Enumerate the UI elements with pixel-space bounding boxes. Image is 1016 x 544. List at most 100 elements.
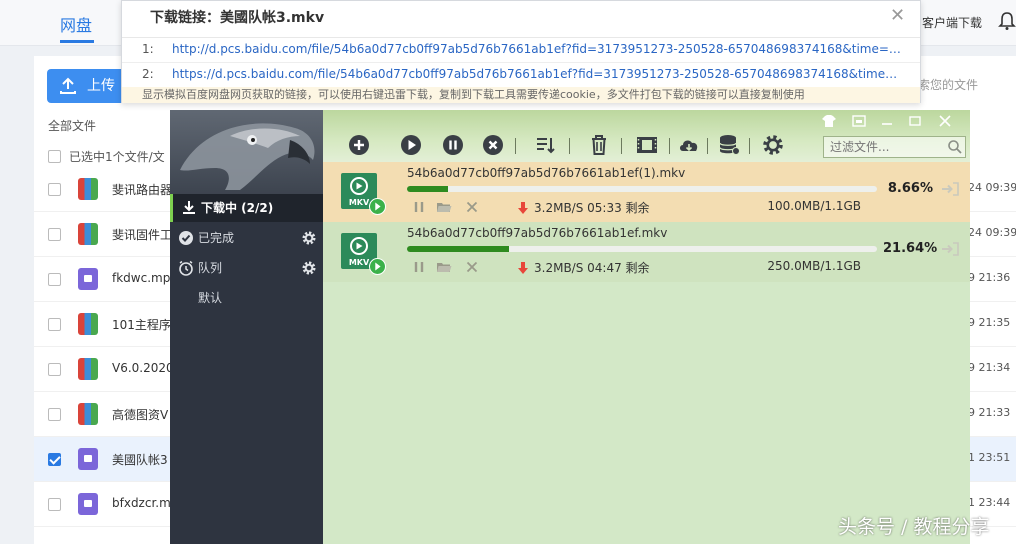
file-name[interactable]: 101主程序 xyxy=(112,316,171,333)
file-date: 24 09:39 xyxy=(968,226,1016,239)
download-tray-icon xyxy=(183,201,195,214)
file-checkbox[interactable] xyxy=(48,453,61,466)
task-cancel-icon[interactable] xyxy=(464,259,480,275)
file-checkbox[interactable] xyxy=(48,273,61,286)
file-checkbox[interactable] xyxy=(48,228,61,241)
download-task-row[interactable]: MKV 54b6a0d77cb0ff97ab5d76b7661ab1ef(1).m… xyxy=(323,162,970,222)
tip-banner: 显示模拟百度网盘网页获取的链接，可以使用右键迅雷下载，复制到下载工具需要传递co… xyxy=(122,87,920,103)
play-badge-icon[interactable] xyxy=(369,258,386,275)
file-date: 9 21:33 xyxy=(968,406,1011,419)
eagle-logo-icon xyxy=(180,123,315,190)
stop-icon[interactable] xyxy=(481,133,505,157)
folder-open-icon[interactable] xyxy=(436,259,452,275)
sidebar-item-downloading[interactable]: 下载中 (2/2) xyxy=(170,194,323,222)
tab-netdisk[interactable]: 网盘 xyxy=(60,12,92,36)
gear-icon[interactable] xyxy=(301,230,317,246)
task-size: 100.0MB/1.1GB xyxy=(767,199,861,213)
download-link-dialog: 下载链接：美國队帐3.mkv ✕ 1: http://d.pcs.baidu.c… xyxy=(121,0,921,103)
task-speed-text: 3.2MB/S 05:33 剩余 xyxy=(534,201,650,215)
settings-gear-icon[interactable] xyxy=(761,133,785,157)
gear-icon[interactable] xyxy=(301,260,317,276)
sidebar-item-completed[interactable]: 已完成 xyxy=(170,224,323,252)
progress-fill xyxy=(407,246,509,252)
progress-bar xyxy=(407,246,877,252)
add-task-icon[interactable] xyxy=(347,133,371,157)
toolbar-divider xyxy=(707,138,708,154)
file-type-label: MKV xyxy=(349,198,370,207)
play-badge-icon[interactable] xyxy=(369,198,386,215)
close-icon[interactable] xyxy=(937,114,953,128)
breadcrumb-all-files[interactable]: 全部文件 xyxy=(48,117,96,134)
start-icon[interactable] xyxy=(399,133,423,157)
eagle-logo xyxy=(170,110,323,194)
archive-file-icon xyxy=(78,313,98,335)
task-pause-icon[interactable] xyxy=(411,259,427,275)
file-name[interactable]: 高德图资V xyxy=(112,406,168,423)
sidebar-item-default-queue[interactable]: 默认 xyxy=(170,284,323,312)
file-date: 1 23:51 xyxy=(968,451,1011,464)
skin-shirt-icon[interactable] xyxy=(821,114,837,128)
pause-icon[interactable] xyxy=(441,133,465,157)
file-checkbox[interactable] xyxy=(48,318,61,331)
restore-icon[interactable] xyxy=(851,114,867,128)
download-link[interactable]: https://d.pcs.baidu.com/file/54b6a0d77cb… xyxy=(172,67,907,81)
progress-percent: 8.66% xyxy=(887,181,933,196)
trash-icon[interactable] xyxy=(587,133,611,157)
client-download-link[interactable]: 客户端下载 xyxy=(922,14,982,31)
alarm-clock-icon xyxy=(179,260,193,276)
filter-input[interactable] xyxy=(823,136,966,158)
file-date: 24 09:39 xyxy=(968,181,1016,194)
selection-summary: 已选中1个文件/文 xyxy=(48,148,165,165)
file-checkbox[interactable] xyxy=(48,183,61,196)
toolbar: ⌂ xyxy=(323,110,987,162)
file-name[interactable]: fkdwc.mp xyxy=(112,271,170,285)
file-name[interactable]: 斐讯路由器 xyxy=(112,181,172,198)
file-name[interactable]: V6.0.2020 xyxy=(112,361,174,375)
download-link[interactable]: http://d.pcs.baidu.com/file/54b6a0d77cb0… xyxy=(172,42,907,56)
file-date: 9 21:34 xyxy=(968,361,1011,374)
tab-underline xyxy=(60,40,94,43)
link-row: 1: http://d.pcs.baidu.com/file/54b6a0d77… xyxy=(122,38,920,62)
file-name[interactable]: 斐讯固件工 xyxy=(112,226,172,243)
bell-icon[interactable] xyxy=(998,11,1016,31)
open-task-icon[interactable] xyxy=(941,181,959,197)
close-icon[interactable]: ✕ xyxy=(890,7,905,25)
folder-open-icon[interactable] xyxy=(436,199,452,215)
search-icon[interactable] xyxy=(947,139,963,155)
toolbar-divider xyxy=(515,138,516,154)
upload-icon xyxy=(60,77,76,94)
file-date: 1 23:44 xyxy=(968,496,1011,509)
file-checkbox[interactable] xyxy=(48,498,61,511)
task-speed: 3.2MB/S 05:33 剩余 xyxy=(516,199,650,216)
sort-icon[interactable] xyxy=(533,133,557,157)
search-hint[interactable]: 索您的文件 xyxy=(918,76,978,93)
open-task-icon[interactable] xyxy=(941,241,959,257)
file-name[interactable]: bfxdzcr.mp xyxy=(112,496,178,510)
cloud-download-icon[interactable] xyxy=(677,133,701,157)
download-task-row[interactable]: MKV 54b6a0d77cb0ff97ab5d76b7661ab1ef.mkv 2… xyxy=(323,222,970,282)
task-area: ⌂ MKV54b6a0d77cb0ff97ab5d76 xyxy=(323,110,987,544)
video-file-icon xyxy=(78,448,98,470)
check-circle-icon xyxy=(179,231,193,245)
sidebar: 下载中 (2/2) 已完成 队列 默认 xyxy=(170,110,323,544)
task-file-name: 54b6a0d77cb0ff97ab5d76b7661ab1ef.mkv xyxy=(407,226,668,240)
select-all-checkbox[interactable] xyxy=(48,150,61,163)
sidebar-item-queue[interactable]: 队列 xyxy=(170,254,323,282)
toolbar-divider xyxy=(621,138,622,154)
task-file-name: 54b6a0d77cb0ff97ab5d76b7661ab1ef(1).mkv xyxy=(407,166,686,180)
minimize-icon[interactable] xyxy=(879,114,895,128)
toolbar-divider xyxy=(569,138,570,154)
file-checkbox[interactable] xyxy=(48,363,61,376)
skin-icon[interactable]: ⌂ xyxy=(975,114,991,128)
maximize-icon[interactable] xyxy=(907,114,923,128)
film-icon[interactable] xyxy=(635,133,659,157)
task-pause-icon[interactable] xyxy=(411,199,427,215)
archive-file-icon xyxy=(78,178,98,200)
file-checkbox[interactable] xyxy=(48,408,61,421)
database-icon[interactable] xyxy=(717,133,741,157)
sidebar-item-label: 已完成 xyxy=(198,231,235,245)
task-cancel-icon[interactable] xyxy=(464,199,480,215)
progress-fill xyxy=(407,186,448,192)
file-name[interactable]: 美國队帐3 xyxy=(112,451,168,468)
task-speed: 3.2MB/S 04:47 剩余 xyxy=(516,259,650,276)
